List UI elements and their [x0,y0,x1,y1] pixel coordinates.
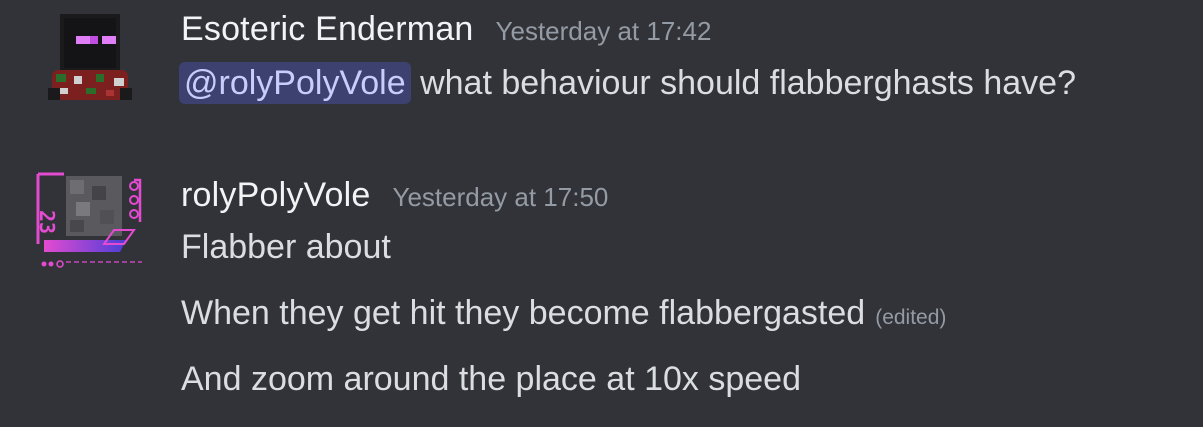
message-esoteric-enderman: Esoteric Enderman Yesterday at 17:42 @ro… [0,0,1203,150]
chat-log: Esoteric Enderman Yesterday at 17:42 @ro… [0,0,1203,427]
message-line-2: When they get hit they become flabbergas… [181,294,946,333]
svg-text:23: 23 [35,210,59,234]
cyber-avatar-icon[interactable]: 23 [30,170,150,290]
message-timestamp[interactable]: Yesterday at 17:42 [496,16,712,47]
message-line-3: And zoom around the place at 10x speed [181,360,801,398]
message-header: rolyPolyVole Yesterday at 17:50 [181,176,608,215]
message-line-1: Flabber about [181,228,391,266]
author-name[interactable]: rolyPolyVole [181,176,371,215]
message-header: Esoteric Enderman Yesterday at 17:42 [181,10,711,49]
message-text: When they get hit they become flabbergas… [181,294,866,332]
enderman-avatar-icon[interactable] [30,14,150,134]
edited-indicator[interactable]: (edited) [875,306,946,329]
author-name[interactable]: Esoteric Enderman [181,10,474,49]
message-text: what behaviour should flabberghasts have… [420,64,1076,102]
message-timestamp[interactable]: Yesterday at 17:50 [393,182,609,213]
message-content: @rolyPolyVole what behaviour should flab… [179,62,1076,104]
user-mention[interactable]: @rolyPolyVole [179,62,411,104]
message-rolypolyvole: 23 rolyPolyVole Yesterday at 17:50 Flabb… [0,150,1203,427]
